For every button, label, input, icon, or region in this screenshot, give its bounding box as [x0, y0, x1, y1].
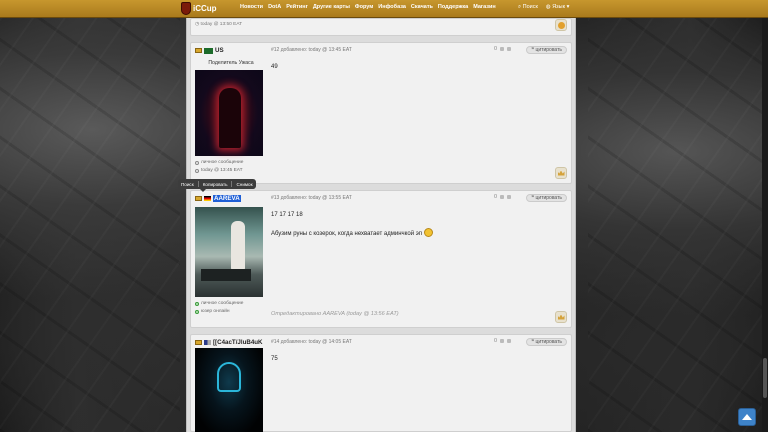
- thumbs-up-icon[interactable]: [500, 47, 504, 51]
- post-text-line: 17 17 17 18: [271, 212, 303, 218]
- post-body: 75: [271, 356, 278, 362]
- post-header: #14 добавлено: today @ 14:05 EAT: [271, 339, 352, 345]
- avatar: [195, 70, 263, 156]
- vote-count: 0: [493, 46, 497, 52]
- message-icon: [195, 160, 199, 165]
- smile-icon: [557, 21, 565, 29]
- rank-icon: [195, 48, 202, 53]
- crown-icon: [557, 314, 565, 320]
- edited-note: Отредактировано AAREVA (today @ 13:56 EA…: [271, 311, 399, 317]
- team-badge-icon: [204, 47, 213, 54]
- private-message-link[interactable]: личное сообщение: [195, 301, 243, 306]
- nav-support[interactable]: Поддержка: [438, 4, 468, 10]
- nav-search[interactable]: ⌕ Поиск: [518, 4, 538, 11]
- menu-divider: [197, 181, 199, 187]
- avatar: [195, 348, 263, 432]
- thumbs-up-icon[interactable]: [500, 195, 504, 199]
- post-body: 49: [271, 64, 278, 70]
- arrow-up-icon: [742, 414, 752, 420]
- top-navigation: iCCup Новости DotA Рейтинг Другие карты …: [0, 0, 768, 18]
- online-status: юзер онлайн: [195, 309, 230, 314]
- forum-post: AAREVA личное сообщение юзер онлайн #13 …: [190, 190, 572, 328]
- post-header: #13 добавлено: today @ 13:55 EAT: [271, 195, 352, 201]
- post-author: US: [195, 47, 224, 54]
- thumbs-down-icon[interactable]: [507, 47, 511, 51]
- nav-links: Новости DotA Рейтинг Другие карты Форум …: [240, 4, 496, 10]
- logo-icon: [181, 2, 191, 15]
- post-author: AAREVA: [195, 195, 241, 202]
- clock-icon: [195, 168, 199, 173]
- nav-language[interactable]: ◍ Язык ▾: [546, 4, 569, 11]
- reaction-button[interactable]: [555, 167, 567, 179]
- reaction-button[interactable]: [555, 311, 567, 323]
- quote-button[interactable]: ❞ цитировать: [526, 338, 567, 346]
- flag-icon: [204, 340, 211, 345]
- page-scrollbar[interactable]: [762, 18, 768, 432]
- post-time: ◷ today @ 13:50 EAT: [195, 22, 243, 27]
- context-search[interactable]: Поиск: [181, 182, 194, 187]
- online-icon: [195, 309, 199, 314]
- site-logo[interactable]: iCCup: [181, 2, 217, 15]
- nav-infobase[interactable]: Инфобаза: [378, 4, 406, 10]
- thumbs-down-icon[interactable]: [507, 195, 511, 199]
- background-art-right: [588, 18, 768, 432]
- vote-widget: 0: [494, 46, 511, 52]
- thumbs-down-icon[interactable]: [507, 339, 511, 343]
- forum-post: [[C4acT/JluB4uK #14 добавлено: today @ 1…: [190, 334, 572, 432]
- nav-forum[interactable]: Форум: [355, 4, 373, 10]
- post-author: [[C4acT/JluB4uK: [195, 339, 263, 346]
- quote-button[interactable]: ❞ цитировать: [526, 46, 567, 54]
- flag-icon: [204, 196, 211, 201]
- user-title: Поделитель Ужаса: [208, 60, 254, 66]
- forum-post-previous: ◷ today @ 13:50 EAT: [190, 18, 572, 36]
- context-copy[interactable]: Копировать: [203, 182, 228, 187]
- vote-count: 0: [493, 194, 497, 200]
- nav-news[interactable]: Новости: [240, 4, 263, 10]
- menu-divider: [231, 181, 233, 187]
- crown-icon: [557, 170, 565, 176]
- private-message-link[interactable]: личное сообщение: [195, 160, 243, 165]
- forum-post: US Поделитель Ужаса личное сообщение tod…: [190, 42, 572, 184]
- selection-context-menu: Поиск Копировать Снимок: [178, 179, 256, 189]
- avatar: [195, 207, 263, 297]
- author-name[interactable]: [[C4acT/JluB4uK: [213, 339, 263, 346]
- scrollbar-thumb[interactable]: [763, 358, 767, 398]
- post-body: 17 17 17 18 Абузим руны с козерок, когда…: [271, 211, 433, 239]
- quote-button[interactable]: ❞ цитировать: [526, 194, 567, 202]
- scroll-to-top-button[interactable]: [738, 408, 756, 426]
- post-time: today @ 13:45 EAT: [195, 168, 243, 173]
- context-snapshot[interactable]: Снимок: [236, 182, 252, 187]
- chevron-down-icon: ▾: [565, 4, 570, 10]
- vote-widget: 0: [494, 194, 511, 200]
- nav-dota[interactable]: DotA: [268, 4, 281, 10]
- nav-right: ⌕ Поиск ◍ Язык ▾: [518, 4, 569, 11]
- nav-rating[interactable]: Рейтинг: [286, 4, 308, 10]
- background-art-left: [0, 18, 180, 432]
- message-icon: [195, 301, 199, 306]
- smile-emoji-icon: [423, 228, 433, 237]
- rank-icon: [195, 340, 202, 345]
- nav-other-maps[interactable]: Другие карты: [313, 4, 350, 10]
- nav-download[interactable]: Скачать: [411, 4, 433, 10]
- post-header: #12 добавлено: today @ 13:45 EAT: [271, 47, 352, 53]
- author-name[interactable]: US: [215, 47, 224, 54]
- vote-widget: 0: [494, 338, 511, 344]
- vote-count: 0: [493, 338, 497, 344]
- nav-shop[interactable]: Магазин: [473, 4, 496, 10]
- thumbs-up-icon[interactable]: [500, 339, 504, 343]
- rank-icon: [195, 196, 202, 201]
- author-name[interactable]: AAREVA: [213, 195, 241, 202]
- reaction-button[interactable]: [555, 19, 567, 31]
- post-text-line: Абузим руны с козерок, когда нехватает а…: [271, 228, 433, 239]
- context-menu-pointer: [200, 189, 206, 192]
